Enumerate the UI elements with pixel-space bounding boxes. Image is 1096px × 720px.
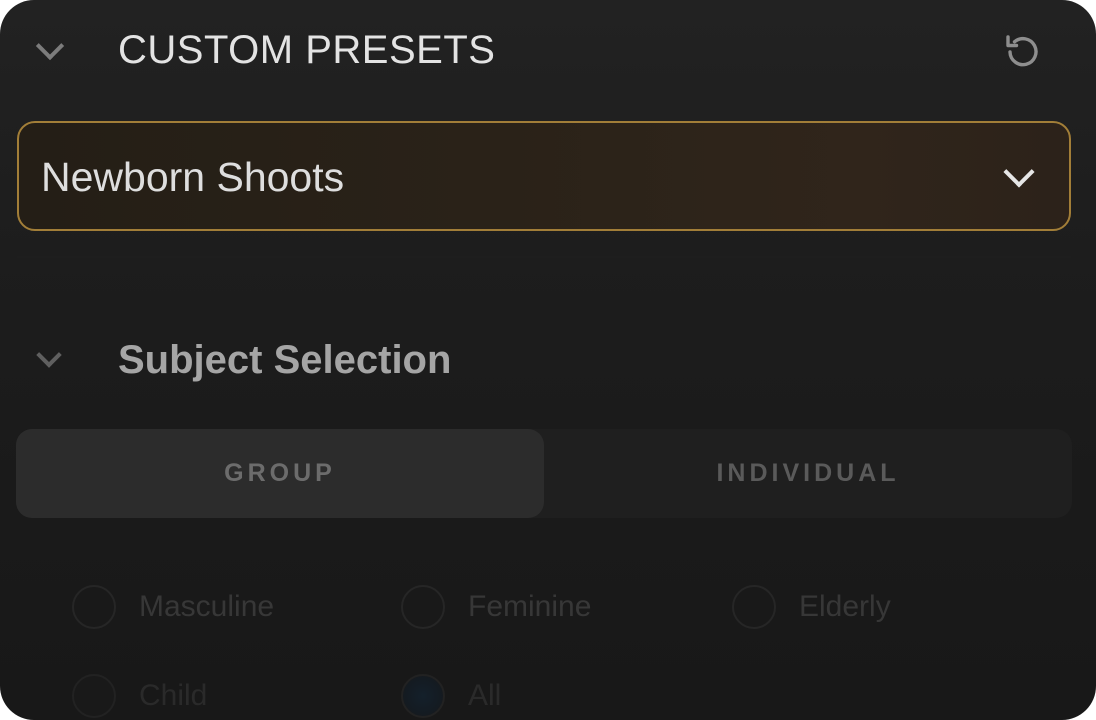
custom-presets-panel: CUSTOM PRESETS Newborn Shoots Subject Se… xyxy=(0,0,1096,720)
radio-button[interactable] xyxy=(72,674,116,718)
tab-group[interactable]: GROUP xyxy=(16,429,544,518)
subject-selection-title: Subject Selection xyxy=(118,338,452,382)
radio-button[interactable] xyxy=(401,585,445,629)
radio-label: All xyxy=(468,679,502,712)
radio-button-checked[interactable] xyxy=(401,674,445,718)
presets-header: CUSTOM PRESETS xyxy=(0,0,1096,100)
collapse-presets-chevron-icon[interactable] xyxy=(35,31,65,61)
radio-label: Child xyxy=(139,679,208,712)
radio-label: Feminine xyxy=(468,590,592,623)
radio-label: Masculine xyxy=(139,590,275,623)
radio-button[interactable] xyxy=(732,585,776,629)
radio-button[interactable] xyxy=(72,585,116,629)
tab-individual[interactable]: INDIVIDUAL xyxy=(544,429,1072,518)
subject-mode-toggle: GROUP INDIVIDUAL xyxy=(16,429,1072,518)
radio-label: Elderly xyxy=(799,590,891,623)
preset-dropdown[interactable]: Newborn Shoots xyxy=(17,121,1071,231)
presets-section-title: CUSTOM PRESETS xyxy=(118,28,496,72)
section-divider xyxy=(17,256,1071,258)
collapse-subject-chevron-icon[interactable] xyxy=(36,342,62,368)
reset-icon xyxy=(1006,35,1038,67)
selected-preset-value: Newborn Shoots xyxy=(41,154,345,200)
reset-button[interactable] xyxy=(996,26,1048,78)
